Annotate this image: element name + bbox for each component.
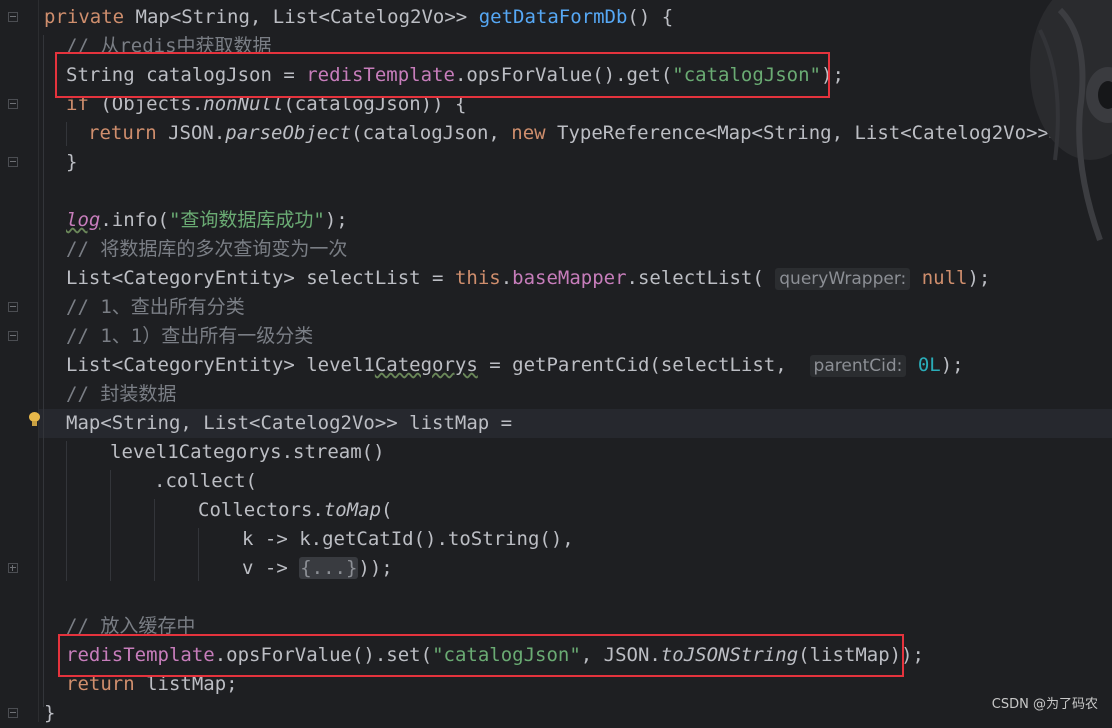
code-token: return [88, 122, 169, 144]
code-line[interactable]: .collect( [154, 467, 257, 496]
code-token: log [66, 209, 101, 231]
code-token: . [500, 267, 513, 289]
code-line[interactable]: private Map<String, List<Catelog2Vo>> ge… [44, 3, 673, 32]
code-token: () { [627, 6, 674, 28]
indent-guide [154, 499, 155, 581]
fold-marker-icon[interactable] [8, 563, 18, 573]
code-token: Map<String, List<Catelog2Vo>> listMap = [66, 412, 513, 434]
code-token: "查询数据库成功" [168, 209, 325, 231]
code-line[interactable]: Map<String, List<Catelog2Vo>> listMap = [66, 409, 512, 438]
indent-guide [66, 122, 67, 146]
editor-gutter [0, 0, 39, 722]
code-token: ); [967, 267, 991, 289]
parameter-hint: parentCid: [809, 355, 907, 377]
code-line[interactable]: k -> k.getCatId().toString(), [242, 525, 574, 554]
code-line[interactable]: } [44, 699, 55, 728]
fold-marker-icon[interactable] [8, 12, 18, 22]
code-token: Map<String, List<Catelog2Vo>> [135, 6, 479, 28]
code-line[interactable]: // 将数据库的多次查询变为一次 [66, 235, 347, 264]
code-line[interactable]: // 1、查出所有分类 [66, 293, 245, 322]
code-line[interactable]: v -> {...})); [242, 554, 393, 583]
fold-marker-icon[interactable] [8, 708, 18, 718]
code-token: } [44, 702, 56, 724]
code-token: )); [358, 557, 393, 579]
code-line[interactable]: level1Categorys.stream() [110, 438, 385, 467]
code-token: .info( [100, 209, 169, 231]
code-token: ); [324, 209, 348, 231]
indent-guide [110, 470, 111, 581]
code-line[interactable]: log.info("查询数据库成功"); [66, 206, 348, 235]
code-token: List<CategoryEntity> selectList = [66, 267, 455, 289]
code-token: 0L [917, 354, 941, 376]
code-line[interactable]: Collectors.toMap( [198, 496, 393, 525]
code-token: level1Categorys.stream() [110, 441, 385, 463]
code-line[interactable]: } [66, 148, 77, 177]
fold-marker-icon[interactable] [8, 331, 18, 341]
code-token: // 1、1）查出所有一级分类 [66, 325, 314, 347]
code-token: getDataFormDb [478, 6, 628, 28]
code-line[interactable]: return JSON.parseObject(catalogJson, new… [88, 119, 1112, 148]
lightbulb-icon[interactable] [29, 412, 40, 427]
code-token: toMap [323, 499, 382, 521]
code-token: ); [940, 354, 964, 376]
fold-marker-icon[interactable] [8, 99, 18, 109]
parameter-hint: queryWrapper: [775, 268, 911, 290]
code-token: private [44, 6, 136, 28]
code-token: ( [381, 499, 393, 521]
code-token: new [511, 122, 558, 144]
code-token: Collectors. [198, 499, 324, 521]
folded-region[interactable]: {...} [299, 557, 359, 579]
code-token: .selectList( [626, 267, 776, 289]
code-line[interactable]: // 1、1）查出所有一级分类 [66, 322, 313, 351]
code-token: this [454, 267, 501, 289]
code-line[interactable]: // 封装数据 [66, 380, 176, 409]
code-token: baseMapper [512, 267, 627, 289]
code-token: (catalogJson, [351, 122, 512, 144]
fold-marker-icon[interactable] [8, 157, 18, 167]
indent-guide [43, 35, 44, 707]
code-token: .collect( [154, 470, 257, 492]
code-line[interactable]: List<CategoryEntity> selectList = this.b… [66, 264, 990, 293]
code-token: v -> [242, 557, 300, 579]
watermark: CSDN @为了码农 [991, 697, 1098, 712]
code-token: k -> k.getCatId().toString(), [242, 528, 574, 550]
indent-guide [198, 528, 199, 581]
code-token: Categorys [374, 354, 478, 376]
code-token: parseObject [225, 122, 352, 144]
fold-marker-icon[interactable] [8, 302, 18, 312]
code-token: } [66, 151, 78, 173]
code-line[interactable]: List<CategoryEntity> level1Categorys = g… [66, 351, 964, 380]
highlight-box-get [55, 52, 830, 98]
highlight-box-set [58, 634, 904, 677]
code-token: List<CategoryEntity> level1 [66, 354, 375, 376]
code-token: // 封装数据 [66, 383, 177, 405]
code-token: = getParentCid(selectList, [477, 354, 810, 376]
code-token: JSON. [168, 122, 226, 144]
background-decoration [1030, 0, 1112, 242]
indent-guide [66, 441, 67, 581]
code-token: // 将数据库的多次查询变为一次 [66, 238, 348, 260]
code-token: null [921, 267, 968, 289]
code-token: // 1、查出所有分类 [66, 296, 245, 318]
